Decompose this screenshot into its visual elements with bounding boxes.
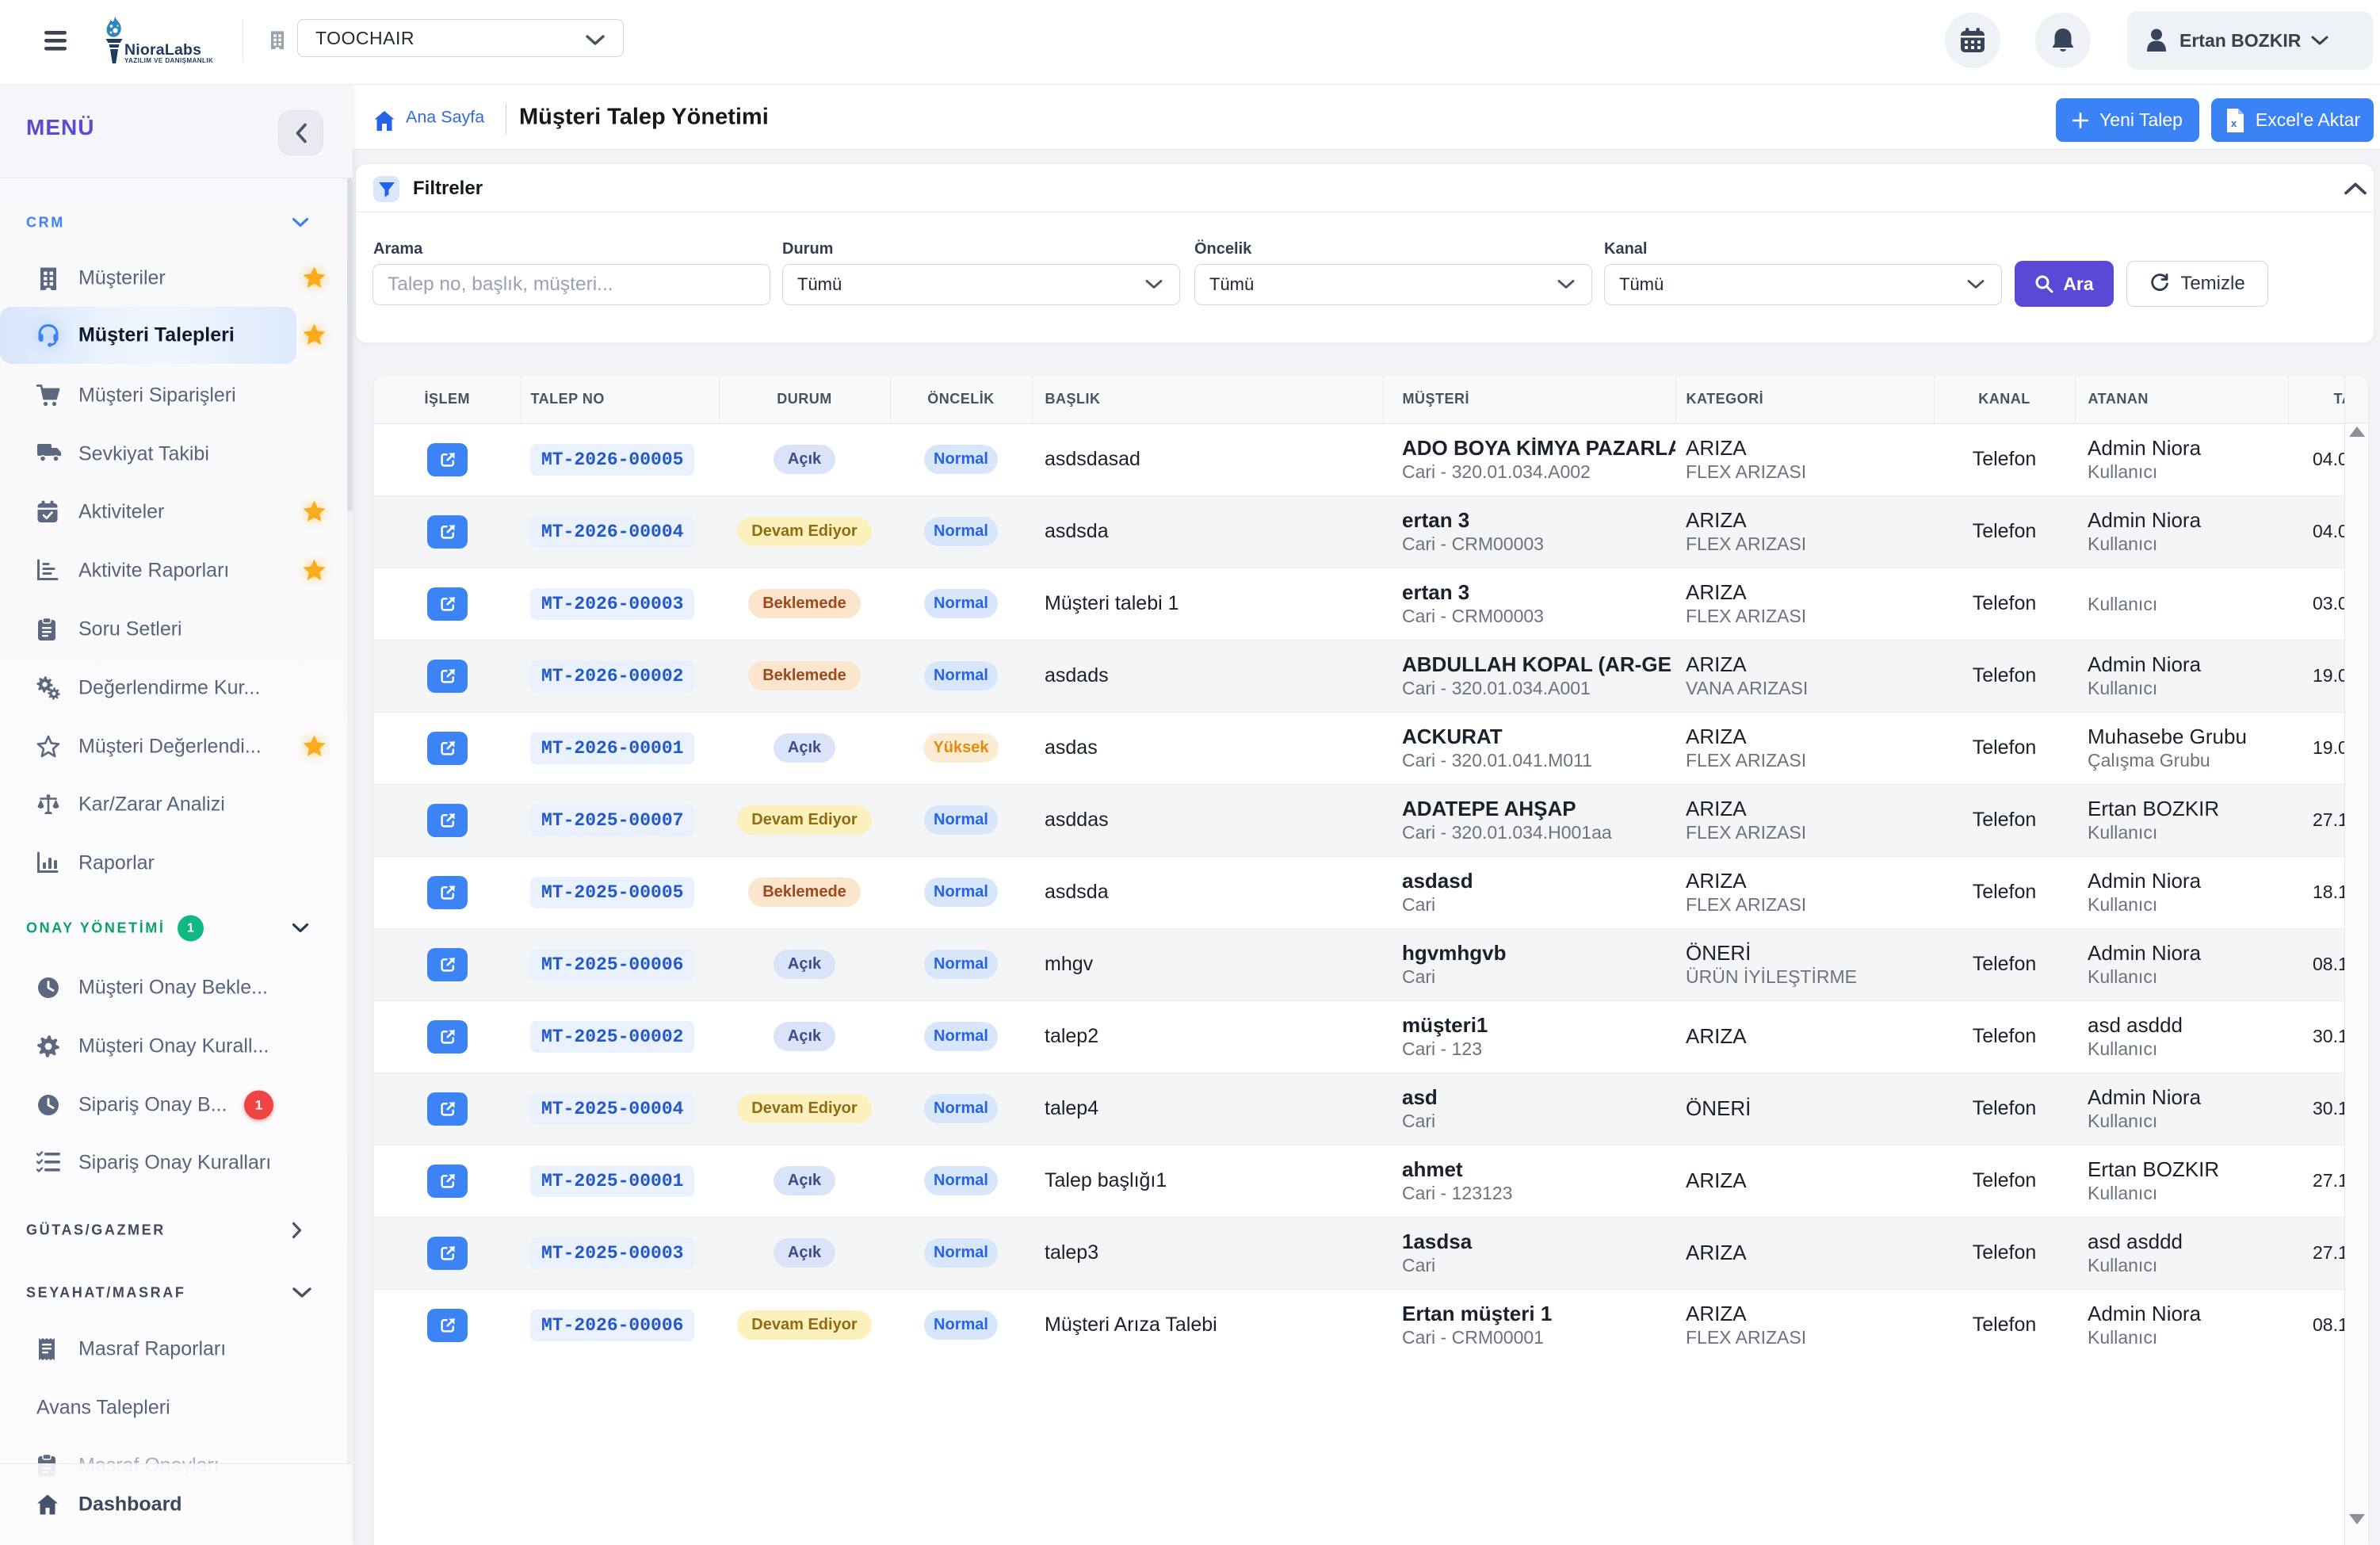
svg-text:x: x (2231, 117, 2237, 129)
